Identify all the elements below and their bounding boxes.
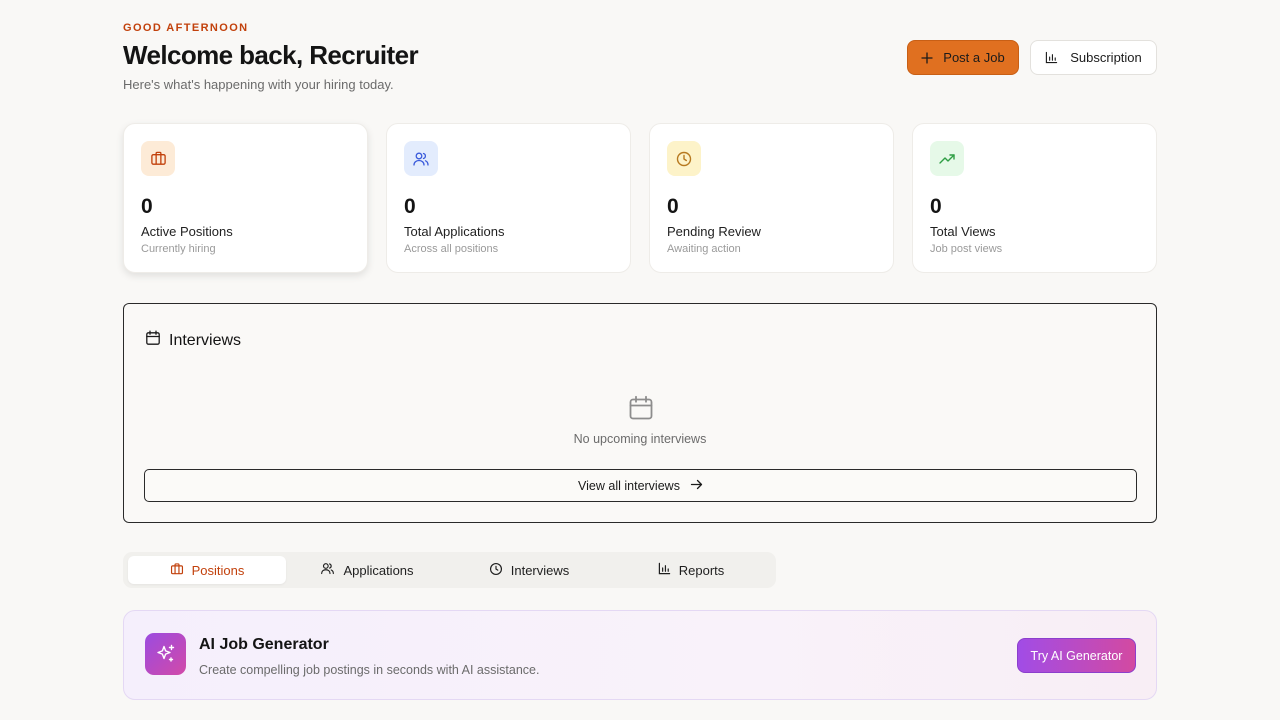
stat-label: Total Views	[930, 224, 996, 239]
empty-state-text: No upcoming interviews	[573, 432, 707, 446]
stat-card-total-applications[interactable]: 0 Total Applications Across all position…	[386, 123, 631, 273]
interviews-title: Interviews	[169, 331, 242, 349]
bar-chart-icon	[1045, 51, 1058, 64]
page-title: Welcome back, Recruiter	[123, 40, 419, 70]
tab-bar: Positions Applications Interviews Report…	[123, 552, 776, 588]
plus-icon	[921, 51, 933, 64]
arrow-right-icon	[690, 478, 703, 494]
briefcase-icon	[170, 562, 184, 579]
tab-label: Reports	[678, 562, 725, 578]
stat-label: Total Applications	[404, 224, 505, 239]
stat-sublabel: Across all positions	[404, 243, 499, 255]
stat-label: Pending Review	[667, 224, 761, 239]
trending-up-icon	[930, 141, 964, 176]
tab-label: Applications	[343, 562, 414, 578]
stat-value: 0	[141, 195, 153, 218]
stat-sublabel: Awaiting action	[667, 243, 741, 255]
tab-positions[interactable]: Positions	[128, 556, 286, 584]
post-job-button[interactable]: Post a Job	[907, 40, 1019, 75]
calendar-icon	[628, 395, 654, 426]
subscription-label: Subscription	[1070, 50, 1142, 65]
stat-card-total-views[interactable]: 0 Total Views Job post views	[912, 123, 1157, 273]
sparkles-icon	[145, 633, 186, 675]
ai-title: AI Job Generator	[199, 636, 329, 653]
tab-reports[interactable]: Reports	[612, 556, 770, 584]
ai-generator-banner: AI Job Generator Create compelling job p…	[123, 610, 1157, 700]
subscription-button[interactable]: Subscription	[1030, 40, 1157, 75]
tab-applications[interactable]: Applications	[288, 556, 446, 584]
calendar-icon	[145, 330, 161, 351]
interviews-header: Interviews	[145, 330, 241, 351]
post-job-label: Post a Job	[943, 50, 1005, 65]
page-subtitle: Here's what's happening with your hiring…	[123, 77, 394, 92]
stat-card-pending-review[interactable]: 0 Pending Review Awaiting action	[649, 123, 894, 273]
stat-value: 0	[404, 195, 416, 218]
view-all-interviews-button[interactable]: View all interviews	[144, 469, 1137, 502]
ai-subtitle: Create compelling job postings in second…	[199, 663, 540, 677]
stat-label: Active Positions	[141, 224, 233, 239]
briefcase-icon	[141, 141, 175, 176]
interviews-panel: Interviews No upcoming interviews View a…	[123, 303, 1157, 523]
stat-sublabel: Currently hiring	[141, 243, 216, 255]
clock-icon	[667, 141, 701, 176]
stat-card-active-positions[interactable]: 0 Active Positions Currently hiring	[123, 123, 368, 273]
stat-sublabel: Job post views	[930, 243, 1003, 255]
users-icon	[320, 561, 335, 579]
stat-value: 0	[667, 195, 679, 218]
clock-icon	[489, 562, 503, 579]
users-icon	[404, 141, 438, 176]
try-ai-generator-button[interactable]: Try AI Generator	[1017, 638, 1136, 673]
tab-interviews[interactable]: Interviews	[450, 556, 608, 584]
stat-value: 0	[930, 195, 942, 218]
tab-label: Interviews	[510, 562, 570, 578]
bar-chart-icon	[658, 562, 671, 578]
tab-label: Positions	[191, 562, 245, 578]
view-all-label: View all interviews	[578, 478, 680, 493]
greeting-label: GOOD AFTERNOON	[123, 22, 249, 34]
